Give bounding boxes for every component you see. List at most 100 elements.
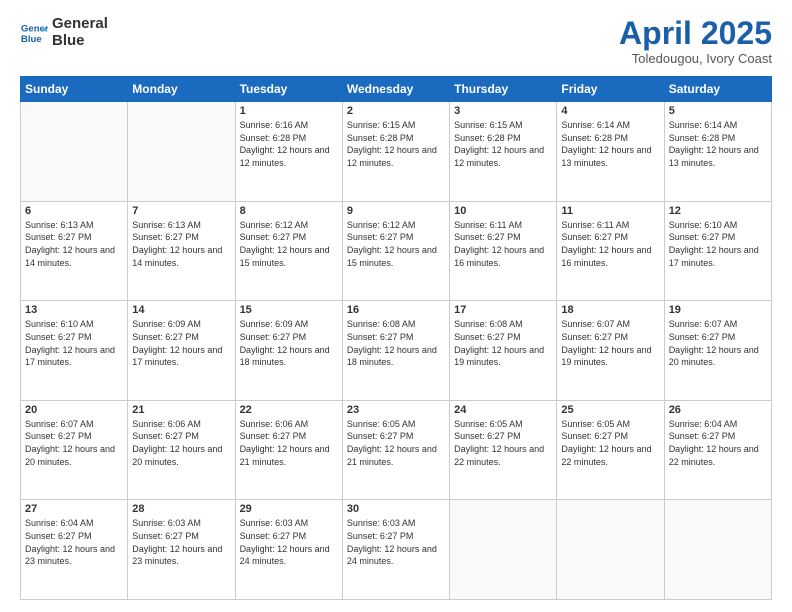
day-number: 13 [25,304,123,316]
day-info: Sunrise: 6:10 AM Sunset: 6:27 PM Dayligh… [25,318,123,368]
day-info: Sunrise: 6:11 AM Sunset: 6:27 PM Dayligh… [561,219,659,269]
day-info: Sunrise: 6:09 AM Sunset: 6:27 PM Dayligh… [132,318,230,368]
day-info: Sunrise: 6:05 AM Sunset: 6:27 PM Dayligh… [347,418,445,468]
day-number: 27 [25,503,123,515]
day-number: 19 [669,304,767,316]
day-info: Sunrise: 6:08 AM Sunset: 6:27 PM Dayligh… [347,318,445,368]
day-info: Sunrise: 6:13 AM Sunset: 6:27 PM Dayligh… [132,219,230,269]
day-number: 17 [454,304,552,316]
day-cell: 24Sunrise: 6:05 AM Sunset: 6:27 PM Dayli… [450,400,557,500]
header: General Blue General Blue April 2025 Tol… [20,16,772,66]
month-title: April 2025 [619,16,772,51]
day-info: Sunrise: 6:10 AM Sunset: 6:27 PM Dayligh… [669,219,767,269]
day-cell: 18 Sunrise: 6:07 AM Sunset: 6:27 PM Dayli… [557,301,664,401]
day-cell [664,500,771,600]
day-cell: 4 Sunrise: 6:14 AM Sunset: 6:28 PM Daylig… [557,102,664,202]
day-info: Sunrise: 6:07 AM Sunset: 6:27 PM Dayligh… [561,318,659,368]
day-number: 22 [240,404,338,416]
day-number: 28 [132,503,230,515]
day-number: 12 [669,205,767,217]
day-cell: 10Sunrise: 6:11 AM Sunset: 6:27 PM Dayli… [450,201,557,301]
day-number: 4 [561,105,659,117]
day-cell: 28 Sunrise: 6:03 AM Sunset: 6:27 PM Dayli… [128,500,235,600]
day-cell: 7 Sunrise: 6:13 AM Sunset: 6:27 PM Daylig… [128,201,235,301]
header-cell-tuesday: Tuesday [235,77,342,102]
day-number: 21 [132,404,230,416]
day-number: 8 [240,205,338,217]
day-info: Sunrise: 6:12 AM Sunset: 6:27 PM Dayligh… [240,219,338,269]
day-number: 26 [669,404,767,416]
day-info: Sunrise: 6:04 AM Sunset: 6:27 PM Dayligh… [669,418,767,468]
day-cell: 23 Sunrise: 6:05 AM Sunset: 6:27 PM Dayli… [342,400,449,500]
calendar-header: SundayMondayTuesdayWednesdayThursdayFrid… [21,77,772,102]
day-cell: 29 Sunrise: 6:03 AM Sunset: 6:27 PM Dayli… [235,500,342,600]
week-row-1: 1 Sunrise: 6:16 AM Sunset: 6:28 PM Daylig… [21,102,772,202]
day-info: Sunrise: 6:06 AM Sunset: 6:27 PM Dayligh… [240,418,338,468]
day-info: Sunrise: 6:03 AM Sunset: 6:27 PM Dayligh… [347,517,445,567]
week-row-3: 13 Sunrise: 6:10 AM Sunset: 6:27 PM Dayli… [21,301,772,401]
day-number: 9 [347,205,445,217]
day-cell: 25 Sunrise: 6:05 AM Sunset: 6:27 PM Dayli… [557,400,664,500]
day-number: 18 [561,304,659,316]
day-cell: 19 Sunrise: 6:07 AM Sunset: 6:27 PM Dayli… [664,301,771,401]
day-cell: 17Sunrise: 6:08 AM Sunset: 6:27 PM Dayli… [450,301,557,401]
day-info: Sunrise: 6:14 AM Sunset: 6:28 PM Dayligh… [561,119,659,169]
week-row-5: 27 Sunrise: 6:04 AM Sunset: 6:27 PM Dayli… [21,500,772,600]
location: Toledougou, Ivory Coast [619,51,772,66]
day-number: 23 [347,404,445,416]
header-row: SundayMondayTuesdayWednesdayThursdayFrid… [21,77,772,102]
day-cell: 26 Sunrise: 6:04 AM Sunset: 6:27 PM Dayli… [664,400,771,500]
day-cell: 1 Sunrise: 6:16 AM Sunset: 6:28 PM Daylig… [235,102,342,202]
day-cell [450,500,557,600]
header-cell-wednesday: Wednesday [342,77,449,102]
day-cell: 13 Sunrise: 6:10 AM Sunset: 6:27 PM Dayli… [21,301,128,401]
calendar-body: 1 Sunrise: 6:16 AM Sunset: 6:28 PM Daylig… [21,102,772,600]
day-info: Sunrise: 6:03 AM Sunset: 6:27 PM Dayligh… [240,517,338,567]
page: General Blue General Blue April 2025 Tol… [0,0,792,612]
day-number: 7 [132,205,230,217]
day-number: 14 [132,304,230,316]
day-cell: 9Sunrise: 6:12 AM Sunset: 6:27 PM Daylig… [342,201,449,301]
day-number: 1 [240,105,338,117]
logo-line2: Blue [52,33,108,50]
day-info: Sunrise: 6:13 AM Sunset: 6:27 PM Dayligh… [25,219,123,269]
day-cell: 20Sunrise: 6:07 AM Sunset: 6:27 PM Dayli… [21,400,128,500]
day-cell [21,102,128,202]
day-info: Sunrise: 6:11 AM Sunset: 6:27 PM Dayligh… [454,219,552,269]
day-info: Sunrise: 6:09 AM Sunset: 6:27 PM Dayligh… [240,318,338,368]
day-cell [557,500,664,600]
day-number: 6 [25,205,123,217]
header-cell-saturday: Saturday [664,77,771,102]
day-number: 25 [561,404,659,416]
header-cell-sunday: Sunday [21,77,128,102]
day-cell: 14 Sunrise: 6:09 AM Sunset: 6:27 PM Dayli… [128,301,235,401]
day-info: Sunrise: 6:06 AM Sunset: 6:27 PM Dayligh… [132,418,230,468]
day-cell: 15Sunrise: 6:09 AM Sunset: 6:27 PM Dayli… [235,301,342,401]
day-cell: 5Sunrise: 6:14 AM Sunset: 6:28 PM Daylig… [664,102,771,202]
day-cell: 3Sunrise: 6:15 AM Sunset: 6:28 PM Daylig… [450,102,557,202]
week-row-4: 20Sunrise: 6:07 AM Sunset: 6:27 PM Dayli… [21,400,772,500]
day-cell: 12 Sunrise: 6:10 AM Sunset: 6:27 PM Dayli… [664,201,771,301]
day-cell: 2 Sunrise: 6:15 AM Sunset: 6:28 PM Daylig… [342,102,449,202]
day-info: Sunrise: 6:04 AM Sunset: 6:27 PM Dayligh… [25,517,123,567]
day-info: Sunrise: 6:05 AM Sunset: 6:27 PM Dayligh… [454,418,552,468]
day-info: Sunrise: 6:03 AM Sunset: 6:27 PM Dayligh… [132,517,230,567]
day-info: Sunrise: 6:07 AM Sunset: 6:27 PM Dayligh… [669,318,767,368]
calendar-table: SundayMondayTuesdayWednesdayThursdayFrid… [20,76,772,600]
day-info: Sunrise: 6:15 AM Sunset: 6:28 PM Dayligh… [347,119,445,169]
day-info: Sunrise: 6:16 AM Sunset: 6:28 PM Dayligh… [240,119,338,169]
day-cell: 8 Sunrise: 6:12 AM Sunset: 6:27 PM Daylig… [235,201,342,301]
day-info: Sunrise: 6:07 AM Sunset: 6:27 PM Dayligh… [25,418,123,468]
header-cell-thursday: Thursday [450,77,557,102]
day-number: 16 [347,304,445,316]
day-number: 29 [240,503,338,515]
day-cell: 6 Sunrise: 6:13 AM Sunset: 6:27 PM Daylig… [21,201,128,301]
title-block: April 2025 Toledougou, Ivory Coast [619,16,772,66]
day-number: 30 [347,503,445,515]
day-cell: 21 Sunrise: 6:06 AM Sunset: 6:27 PM Dayli… [128,400,235,500]
day-info: Sunrise: 6:05 AM Sunset: 6:27 PM Dayligh… [561,418,659,468]
day-number: 2 [347,105,445,117]
day-cell: 30 Sunrise: 6:03 AM Sunset: 6:27 PM Dayli… [342,500,449,600]
day-number: 5 [669,105,767,117]
logo: General Blue General Blue [20,16,108,49]
